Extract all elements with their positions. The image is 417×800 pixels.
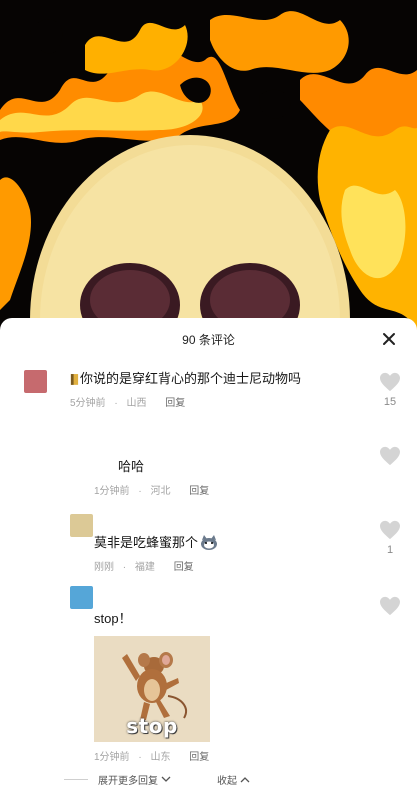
avatar[interactable] (70, 586, 93, 609)
heart-icon (380, 372, 400, 392)
comment-time: 刚刚 (94, 562, 114, 573)
comment-text: 你说的是穿红背心的那个迪士尼动物吗 (70, 370, 357, 388)
comment-location: 山东 (150, 752, 171, 763)
heart-icon (380, 596, 400, 616)
comment-body: 哈哈 1分钟前 · 河北 回复 (94, 458, 357, 497)
reply-button[interactable]: 回复 (189, 752, 209, 763)
avatar[interactable] (70, 514, 93, 537)
comment-body: stop！ stop 1分钟前 · 山东 回复 (94, 610, 357, 763)
comment-time: 1分钟前 (94, 752, 130, 763)
comment-location: 河北 (150, 486, 171, 497)
like-count: 15 (383, 396, 397, 408)
chevron-down-icon (161, 776, 171, 782)
comment-text: 莫非是吃蜂蜜那个 (94, 534, 357, 552)
heart-icon (380, 520, 400, 540)
comment-text: stop！ (94, 611, 132, 626)
like-count: 1 (386, 544, 394, 556)
video-background[interactable] (0, 0, 417, 340)
reply-actions: 展开更多回复 收起 (64, 772, 250, 787)
like-button[interactable] (377, 446, 403, 466)
comment-meta: 5分钟前 · 山西 回复 (70, 394, 357, 409)
comment-time: 1分钟前 (94, 486, 130, 497)
comment-sheet: 90 条评论 你说的是穿红背心的那个迪士尼动物吗 5分钟前 · 山西 回复 15 (0, 318, 417, 800)
separator-dot: · (138, 486, 142, 497)
expand-replies-button[interactable]: 展开更多回复 (98, 772, 171, 787)
avatar[interactable] (24, 458, 47, 481)
stop-sticker-image[interactable]: stop (94, 636, 210, 742)
sheet-header: 90 条评论 (0, 318, 417, 360)
close-icon[interactable] (379, 329, 399, 349)
comment-location: 山西 (126, 398, 147, 409)
video-frame (0, 0, 417, 340)
like-button[interactable]: 15 (377, 372, 403, 408)
reply-button[interactable]: 回复 (174, 562, 194, 573)
comment-location: 福建 (134, 562, 155, 573)
like-button[interactable] (377, 596, 403, 616)
comment-text: 哈哈 (118, 459, 145, 474)
divider (64, 779, 88, 780)
sticker-caption: stop (126, 714, 178, 738)
like-button[interactable]: 1 (377, 520, 403, 556)
avatar[interactable] (24, 370, 47, 393)
reply-button[interactable]: 回复 (165, 398, 185, 409)
collapse-replies-button[interactable]: 收起 (217, 772, 250, 787)
comment-body: 你说的是穿红背心的那个迪士尼动物吗 5分钟前 · 山西 回复 (70, 370, 357, 409)
separator-dot: · (122, 562, 127, 573)
comment-time: 5分钟前 (70, 398, 106, 409)
cat-sticker-icon (201, 535, 218, 550)
heart-icon (380, 446, 400, 466)
separator-dot: · (114, 398, 118, 409)
chevron-up-icon (240, 777, 250, 783)
comment-meta: 1分钟前 · 山东 回复 (94, 748, 357, 763)
comment-body: 莫非是吃蜂蜜那个 刚刚 · 福建 回复 (94, 534, 357, 573)
comment-count-title: 90 条评论 (182, 332, 235, 347)
comment-meta: 刚刚 · 福建 回复 (94, 558, 357, 573)
comment-meta: 1分钟前 · 河北 回复 (94, 482, 357, 497)
separator-dot: · (138, 752, 142, 763)
reply-button[interactable]: 回复 (189, 486, 209, 497)
emoji-icon (70, 374, 79, 385)
